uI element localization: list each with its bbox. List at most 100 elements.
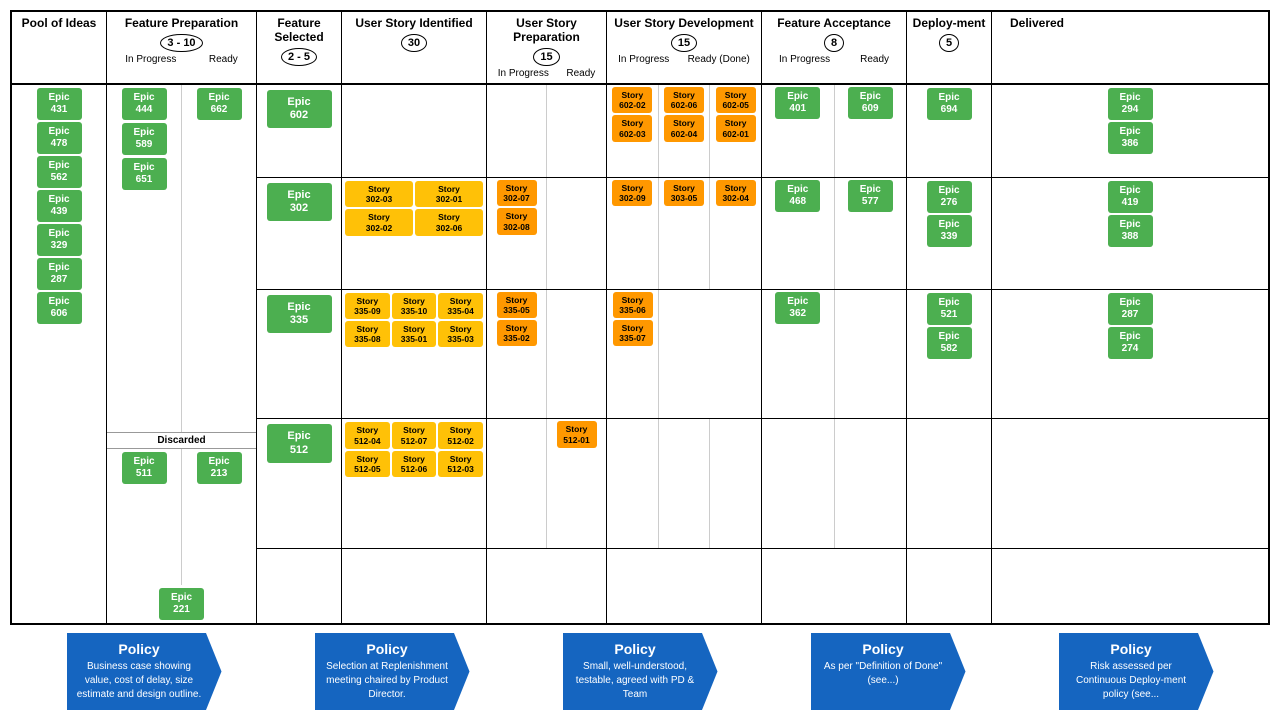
fa-302-ready: Epic577 xyxy=(835,178,907,288)
col-header-delivered: Delivered xyxy=(992,12,1082,83)
col-usp-label: User Story Preparation xyxy=(489,16,604,44)
story-602-02: Story602-02 xyxy=(612,87,652,113)
epic-feat-302: Epic302 xyxy=(267,183,332,221)
col-header-usd: User Story Development 15 In Progress Re… xyxy=(607,12,762,83)
usd-512-ready xyxy=(659,419,711,548)
story-335-04: Story335-04 xyxy=(438,293,483,319)
row-602: Epic602 Story602-02 Story602-03 xyxy=(257,85,1268,178)
fa-512-ready xyxy=(835,419,907,548)
fa-sub-in: In Progress xyxy=(779,54,830,65)
policies-section: Policy Business case showing value, cost… xyxy=(10,633,1270,710)
usi-302: Story302-03 Story302-01 Story302-02 Stor… xyxy=(342,178,487,288)
epic-feat-335: Epic335 xyxy=(267,295,332,333)
story-602-04: Story602-04 xyxy=(664,115,704,141)
story-302-03: Story302-03 xyxy=(345,181,413,207)
fa-512-in xyxy=(762,419,835,548)
usd-602-ready: Story602-06 Story602-04 xyxy=(659,85,711,177)
epic-294: Epic294 xyxy=(1108,88,1153,120)
usd-sub-ready: Ready (Done) xyxy=(688,54,750,65)
story-335-08: Story335-08 xyxy=(345,321,390,347)
story-512-02: Story512-02 xyxy=(438,422,483,448)
policy-feat-sel: Policy Selection at Replenishment meetin… xyxy=(315,633,470,710)
usi-512-grid: Story512-04 Story512-07 Story512-02 Stor… xyxy=(345,422,483,477)
epic-521: Epic521 xyxy=(927,293,972,325)
feat-prep-sub-in: In Progress xyxy=(125,54,176,65)
col-usi-label: User Story Identified xyxy=(355,16,472,30)
usp-335: Story335-05 Story335-02 xyxy=(487,290,607,419)
story-335-06: Story335-06 xyxy=(613,292,653,318)
usd-empty xyxy=(607,549,762,623)
epic-651: Epic651 xyxy=(122,158,167,190)
feat-prep-column: Epic444 Epic589 Epic651 Epic662 Discarde… xyxy=(107,85,257,623)
story-335-05: Story335-05 xyxy=(497,292,537,318)
row-302: Epic302 Story302-03 Story302-01 Story302… xyxy=(257,178,1268,289)
usi-302-grid: Story302-03 Story302-01 Story302-02 Stor… xyxy=(345,181,483,236)
policy-feat-prep-text: Business case showing value, cost of del… xyxy=(77,660,202,702)
fa-335-ready xyxy=(835,290,907,419)
delivered-602: Epic294 Epic386 xyxy=(992,85,1268,177)
story-302-08: Story302-08 xyxy=(497,208,537,234)
deploy-302: Epic276 Epic339 xyxy=(907,178,992,288)
epic-582: Epic582 xyxy=(927,327,972,359)
usp-empty xyxy=(487,549,607,623)
usi-602 xyxy=(342,85,487,177)
policy-usd: Policy As per "Definition of Done" (see.… xyxy=(811,633,966,710)
usd-335: Story335-06 Story335-07 xyxy=(607,290,762,419)
usd-335-done xyxy=(710,290,761,419)
col-header-deploy: Deploy-ment 5 xyxy=(907,12,992,83)
row-empty xyxy=(257,549,1268,623)
feat-sel-302: Epic302 xyxy=(257,178,342,288)
feat-prep-disc-ready: Epic213 xyxy=(182,449,256,585)
col-usd-label: User Story Development xyxy=(614,16,753,30)
epic-431: Epic431 xyxy=(37,88,82,120)
story-302-02: Story302-02 xyxy=(345,209,413,235)
epic-362: Epic362 xyxy=(775,292,820,324)
feat-prep-disc-row2: Epic221 xyxy=(107,585,256,623)
policy-deploy: Policy Risk assessed per Continuous Depl… xyxy=(1059,633,1214,710)
usp-302: Story302-07 Story302-08 xyxy=(487,178,607,288)
feat-sel-602: Epic602 xyxy=(257,85,342,177)
epic-329: Epic329 xyxy=(37,224,82,256)
story-335-09: Story335-09 xyxy=(345,293,390,319)
fa-sub-ready: Ready xyxy=(860,54,889,65)
feat-prep-wip: 3 - 10 xyxy=(160,34,202,52)
policy-feat-prep-title: Policy xyxy=(77,641,202,657)
col-fa-label: Feature Acceptance xyxy=(777,16,891,30)
policy-usp-title: Policy xyxy=(573,641,698,657)
fa-602-ready: Epic609 xyxy=(835,85,907,177)
usd-602: Story602-02 Story602-03 Story602-06 Stor… xyxy=(607,85,762,177)
col-header-feat-sel: Feature Selected 2 - 5 xyxy=(257,12,342,83)
usd-302: Story302-09 Story303-05 Story302-04 xyxy=(607,178,762,288)
epic-439: Epic439 xyxy=(37,190,82,222)
policy-usd-text: As per "Definition of Done" (see...) xyxy=(821,660,946,688)
epic-662: Epic662 xyxy=(197,88,242,120)
story-335-03: Story335-03 xyxy=(438,321,483,347)
epic-511: Epic511 xyxy=(122,452,167,484)
col-delivered-label: Delivered xyxy=(1010,16,1064,30)
usd-512-in xyxy=(607,419,659,548)
usd-302-done: Story302-04 xyxy=(710,178,761,288)
story-512-05: Story512-05 xyxy=(345,451,390,477)
epic-401: Epic401 xyxy=(775,87,820,119)
board-header: Pool of Ideas Feature Preparation 3 - 10… xyxy=(12,12,1268,85)
usd-335-ready xyxy=(659,290,710,419)
story-602-03: Story602-03 xyxy=(612,115,652,141)
epic-274: Epic274 xyxy=(1108,327,1153,359)
policy-usp: Policy Small, well-understood, testable,… xyxy=(563,633,718,710)
story-335-02: Story335-02 xyxy=(497,320,537,346)
story-335-10: Story335-10 xyxy=(392,293,437,319)
usp-602-ready xyxy=(547,85,606,177)
epic-386: Epic386 xyxy=(1108,122,1153,154)
col-feat-sel-label: Feature Selected xyxy=(259,16,339,44)
epic-419: Epic419 xyxy=(1108,181,1153,213)
feat-sel-wip: 2 - 5 xyxy=(281,48,317,66)
col-header-pool: Pool of Ideas xyxy=(12,12,107,83)
row-335: Epic335 Story335-09 Story335-10 Story335… xyxy=(257,290,1268,420)
epic-339: Epic339 xyxy=(927,215,972,247)
fa-302: Epic468 Epic577 xyxy=(762,178,907,288)
feat-prep-top: Epic444 Epic589 Epic651 Epic662 xyxy=(107,85,256,433)
delivered-335: Epic287 Epic274 xyxy=(992,290,1268,419)
usd-602-in: Story602-02 Story602-03 xyxy=(607,85,659,177)
epic-589: Epic589 xyxy=(122,123,167,155)
fa-wip: 8 xyxy=(824,34,844,52)
